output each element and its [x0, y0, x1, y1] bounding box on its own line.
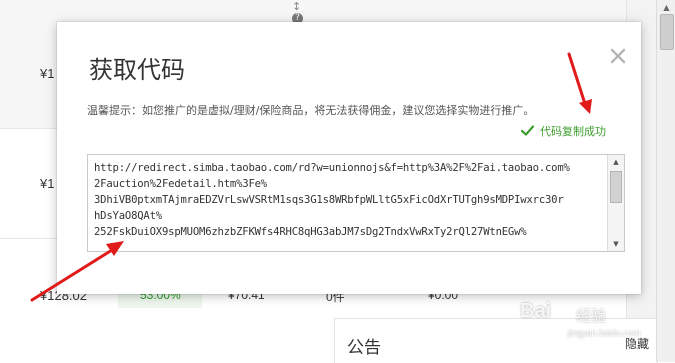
code-scrollbar[interactable]: ▲ ▼ — [607, 155, 624, 251]
warm-tip-text: 温馨提示：如您推广的是虚拟/理财/保险商品，将无法获得佣金，建议您选择实物进行推… — [87, 104, 535, 117]
price-cell: ¥1 — [40, 176, 55, 191]
watermark-url: jingyan.baidu.com — [568, 328, 641, 338]
watermark-sub: 经验 — [576, 307, 607, 325]
sort-icon: ↕ — [292, 0, 302, 13]
scroll-thumb[interactable] — [660, 14, 674, 50]
code-line: 252FskDuiOX9spMUOM6zhzbZFKWfs4RHC8qHG3ab… — [94, 226, 527, 238]
price-cell: ¥1 — [40, 66, 55, 81]
baidu-watermark: Bai 经验 jingyan.baidu.com — [520, 300, 670, 360]
dialog-title: 获取代码 — [89, 56, 185, 84]
code-content[interactable]: http://redirect.simba.taobao.com/rd?w=un… — [94, 160, 604, 240]
notice-title: 公告 — [347, 338, 381, 358]
copy-success-label: 代码复制成功 — [540, 125, 606, 138]
help-indicator[interactable]: ↕? — [292, 0, 312, 24]
code-scroll-thumb[interactable] — [610, 171, 622, 203]
scroll-down-arrow-icon[interactable]: ▼ — [608, 237, 624, 251]
copy-success-message: 代码复制成功 — [521, 123, 606, 139]
close-icon[interactable] — [609, 47, 627, 65]
checkmark-icon — [521, 125, 534, 136]
watermark-logo: Bai — [520, 300, 552, 322]
scroll-up-arrow-icon[interactable]: ▲ — [608, 155, 624, 169]
code-line: hDsYaO8QAt% — [94, 210, 162, 222]
code-line: 2Fauction%2Fedetail.htm%3Fe% — [94, 178, 267, 190]
code-line: http://redirect.simba.taobao.com/rd?w=un… — [94, 162, 570, 174]
get-code-dialog: 获取代码 温馨提示：如您推广的是虚拟/理财/保险商品，将无法获得佣金，建议您选择… — [57, 22, 641, 294]
code-textarea[interactable]: http://redirect.simba.taobao.com/rd?w=un… — [87, 154, 625, 252]
code-line: 3DhiVB0ptxmTAjmraEDZVrLswVSRtM1sqs3G1s8W… — [94, 194, 564, 206]
